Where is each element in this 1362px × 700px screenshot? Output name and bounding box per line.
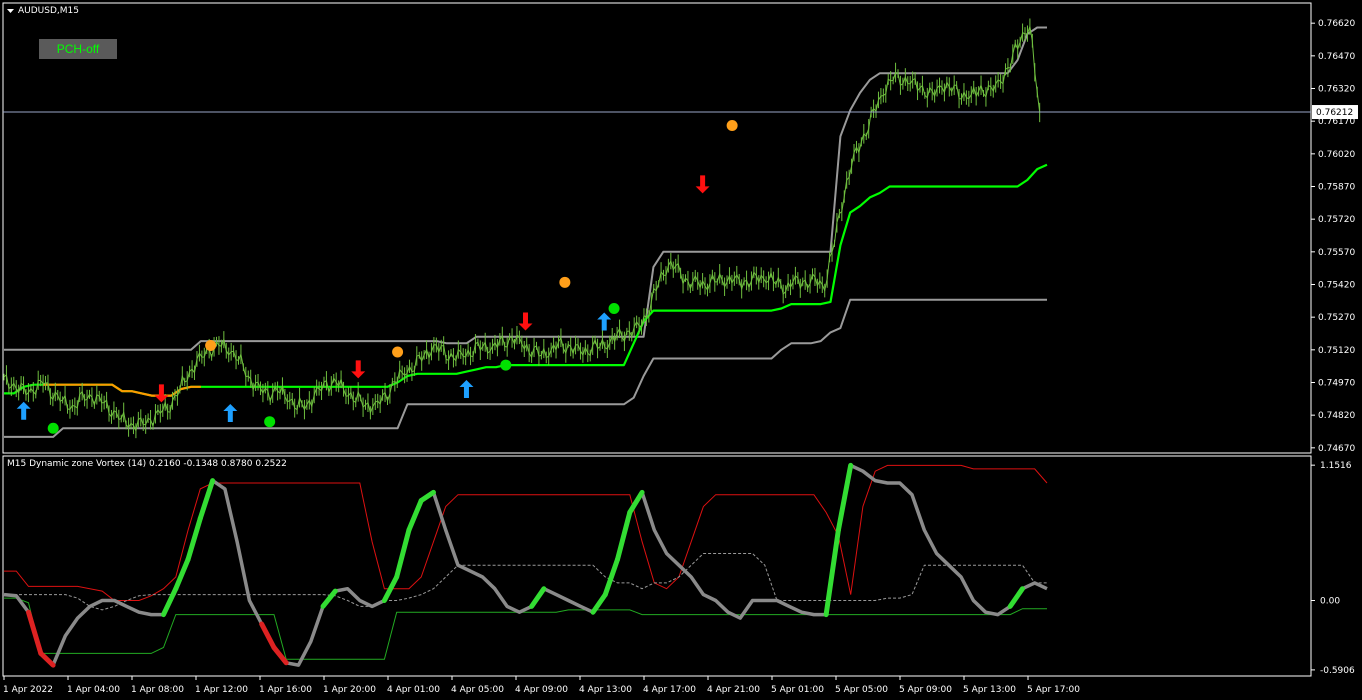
price-tick-label: 0.75570 [1318,248,1355,258]
symbol-header[interactable]: AUDUSD,M15 [7,6,79,16]
time-tick-label: 1 Apr 16:00 [259,685,312,695]
time-tick-label: 1 Apr 08:00 [131,685,184,695]
price-tick-label: 0.76470 [1318,52,1355,62]
time-tick-label: 1 Apr 2022 [3,685,53,695]
time-tick-label: 1 Apr 04:00 [67,685,120,695]
time-tick-label: 4 Apr 01:00 [387,685,440,695]
time-tick-label: 4 Apr 09:00 [515,685,568,695]
price-tick-label: 0.75120 [1318,346,1355,356]
indicator-title: M15 Dynamic zone Vortex (14) 0.2160 -0.1… [7,459,287,469]
chart-canvas: 0.762120.766200.764700.763200.761700.760… [0,0,1362,700]
price-tick-label: 0.74970 [1318,378,1355,388]
price-tick-label: 0.75420 [1318,280,1355,290]
price-tick-label: 0.75270 [1318,313,1355,323]
dot-orange-marker [559,276,571,288]
dot-orange-marker [392,346,404,358]
time-tick-label: 5 Apr 09:00 [899,685,952,695]
price-tick-label: 0.76170 [1318,117,1355,127]
dot-orange-marker [205,339,217,351]
dot-green-marker [47,422,59,434]
price-tick-label: 0.74670 [1318,444,1355,454]
price-tick-label: 0.75720 [1318,215,1355,225]
dot-orange-marker [726,120,738,132]
price-tick-label: 0.74820 [1318,411,1355,421]
price-tick-label: 0.76320 [1318,85,1355,95]
time-tick-label: 4 Apr 13:00 [579,685,632,695]
dot-green-marker [264,416,276,428]
price-tick-label: 0.75870 [1318,183,1355,193]
time-tick-label: 5 Apr 17:00 [1027,685,1080,695]
price-tick-label: 0.76020 [1318,150,1355,160]
dot-green-marker [608,302,620,314]
indicator-tick-label: -0.5906 [1320,666,1355,676]
dot-green-marker [500,359,512,371]
pch-toggle-button[interactable]: PCH-off [39,39,117,59]
time-tick-label: 1 Apr 20:00 [323,685,376,695]
time-tick-label: 5 Apr 05:00 [835,685,888,695]
indicator-tick-label: 1.1516 [1320,461,1352,471]
symbol-title: AUDUSD,M15 [18,6,79,16]
indicator-tick-label: 0.00 [1320,596,1340,606]
time-tick-label: 5 Apr 01:00 [771,685,824,695]
price-tick-label: 0.76620 [1318,19,1355,29]
time-tick-label: 5 Apr 13:00 [963,685,1016,695]
time-tick-label: 1 Apr 12:00 [195,685,248,695]
time-tick-label: 4 Apr 17:00 [643,685,696,695]
time-tick-label: 4 Apr 21:00 [707,685,760,695]
time-tick-label: 4 Apr 05:00 [451,685,504,695]
